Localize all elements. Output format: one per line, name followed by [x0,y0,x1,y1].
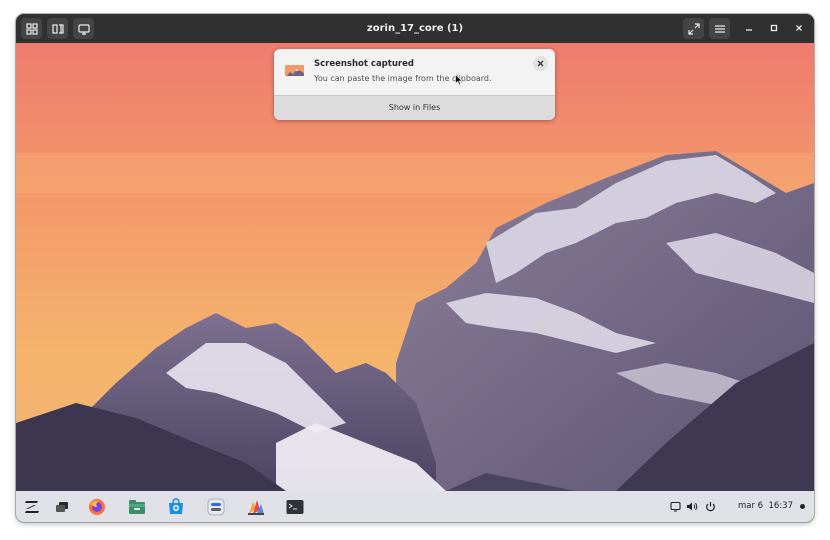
maximize-button[interactable] [765,19,783,37]
fullscreen-icon [687,22,700,35]
show-in-files-button[interactable]: Show in Files [274,95,555,120]
hamburger-icon [714,24,725,33]
notification-body: You can paste the image from the clipboa… [314,74,492,83]
taskbar: mar 6 16:37 [16,491,814,522]
minimize-icon [746,29,752,31]
grid-icon [25,22,38,35]
notification-close-button[interactable] [533,56,548,71]
terminal-icon [286,499,304,514]
power-icon [705,501,715,511]
screen-icon [669,501,681,512]
screen-tray-button[interactable] [669,500,681,512]
close-icon [796,25,802,31]
display-button[interactable] [73,18,94,39]
keyboard-shortcut-icon [51,23,64,34]
firefox-icon [89,498,105,515]
zorin-menu-icon [25,500,39,513]
drawing-app-icon [248,499,264,515]
mouse-pointer-icon [455,74,463,86]
clock-time: 16:37 [768,501,794,511]
vm-window: zorin_17_core (1) Screenshot captured Yo… [16,14,814,522]
workspaces-button[interactable] [52,497,72,516]
settings-icon [207,498,225,515]
volume-tray-button[interactable] [686,500,698,512]
files-launcher[interactable] [127,497,147,516]
files-icon [129,499,145,514]
clock-date: mar 6 [738,501,764,511]
drawing-app-launcher[interactable] [246,497,266,516]
settings-launcher[interactable] [206,497,226,516]
fullscreen-button[interactable] [683,18,704,39]
zorin-menu-button[interactable] [22,497,42,516]
firefox-launcher[interactable] [87,497,107,516]
software-store-icon [169,497,183,514]
screenshot-thumbnail-icon [285,63,304,76]
notification-title: Screenshot captured [314,59,414,69]
close-button[interactable] [790,19,808,37]
keyboard-shortcut-button[interactable] [47,18,68,39]
monitor-icon [77,23,90,35]
overview-button[interactable] [21,18,42,39]
close-icon [537,60,544,67]
window-titlebar[interactable]: zorin_17_core (1) [16,14,814,43]
terminal-launcher[interactable] [285,497,305,516]
workspaces-icon [56,501,68,512]
notification-dot-icon[interactable] [800,504,805,509]
power-tray-button[interactable] [704,500,716,512]
screenshot-notification: Screenshot captured You can paste the im… [274,49,555,120]
volume-icon [687,502,698,510]
software-store-launcher[interactable] [166,497,186,516]
taskbar-clock[interactable]: mar 6 16:37 [738,491,793,522]
maximize-icon [770,24,778,32]
menu-button[interactable] [709,18,730,39]
desktop-wallpaper: Screenshot captured You can paste the im… [16,43,814,491]
minimize-button[interactable] [740,19,758,37]
